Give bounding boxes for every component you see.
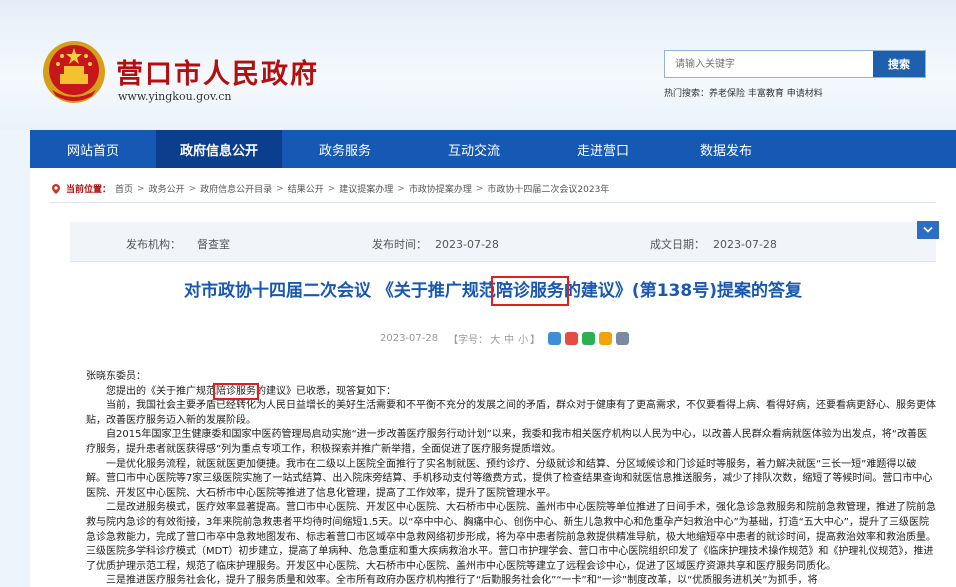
paragraph: 自2015年国家卫生健康委和国家中医药管理局启动实施“进一步改善医疗服务行动计划… — [86, 429, 927, 455]
paragraph: 当前，我国社会主要矛盾已经转化为人民日益增长的美好生活需要和不平衡不充分的发展之… — [86, 400, 936, 426]
divider — [50, 202, 936, 203]
breadcrumb-separator: > — [397, 183, 405, 194]
nav-item-services[interactable]: 政务服务 — [282, 130, 408, 168]
title-part: 对市政协十四届二次会议 《关于推广规范 — [184, 281, 496, 301]
font-size-medium[interactable]: 中 — [504, 331, 514, 346]
nav-item-about[interactable]: 走进营口 — [540, 130, 666, 168]
breadcrumb-separator: > — [188, 183, 197, 194]
breadcrumb-label: 当前位置： — [66, 185, 112, 195]
document-title: 对市政协十四届二次会议 《关于推广规范陪诊服务的建议》(第138号)提案的答复 — [30, 276, 956, 306]
chevron-down-icon — [923, 226, 933, 233]
font-size-end: 】 — [530, 335, 541, 346]
more-share-icon[interactable] — [616, 332, 630, 345]
expand-button[interactable] — [917, 221, 939, 239]
paragraph: 一是优化服务流程，就医就医更加便捷。我市在二级以上医院全面推行了实名制就医、预约… — [86, 458, 933, 499]
paragraph-text: 的建议》已收悉，现答复如下： — [256, 385, 396, 397]
site-title: 营口市人民政府 — [116, 59, 319, 90]
font-size-label: 【字号： — [448, 335, 489, 346]
breadcrumb-item[interactable]: 政府信息公开目录 — [200, 182, 272, 195]
breadcrumb-separator: > — [327, 183, 336, 194]
created-date-info: 成文日期： 2023-07-28 — [650, 236, 777, 252]
site-domain: www.yingkou.gov.cn — [118, 90, 232, 103]
breadcrumb-item[interactable]: 结果公开 — [288, 182, 324, 195]
created-date-label: 成文日期： — [650, 238, 705, 251]
search-button[interactable]: 搜索 — [873, 51, 925, 77]
publish-date-label: 发布时间： — [372, 238, 427, 251]
breadcrumb-item[interactable]: 政务公开 — [149, 182, 185, 195]
inline-highlight: 陪诊服务 — [213, 382, 259, 400]
share-icons — [548, 332, 630, 345]
font-size-large[interactable]: 大 — [490, 331, 500, 346]
nav-item-data[interactable]: 数据发布 — [666, 130, 786, 168]
main-nav: 网站首页 政府信息公开 政务服务 互动交流 走进营口 数据发布 — [30, 130, 956, 168]
search-input[interactable] — [665, 51, 873, 77]
breadcrumb-item[interactable]: 建议提案办理 — [339, 182, 393, 195]
salutation: 张晓东委员： — [86, 371, 146, 382]
publish-date-value: 2023-07-28 — [435, 238, 499, 251]
search-box: 搜索 — [664, 50, 926, 78]
qzone-share-icon[interactable] — [548, 332, 562, 345]
breadcrumb: 当前位置： 首页 > 政务公开 > 政府信息公开目录 > 结果公开 > 建议提案… — [50, 182, 609, 195]
info-bar: 发布机构： 督查室 发布时间： 2023-07-28 成文日期： 2023-07-28 — [70, 221, 939, 262]
nav-item-interaction[interactable]: 互动交流 — [408, 130, 540, 168]
paragraph: 您提出的《关于推广规范陪诊服务的建议》已收悉，现答复如下： — [86, 382, 936, 400]
site-header: 营口市人民政府 www.yingkou.gov.cn 搜索 热门搜索：养老保险 … — [0, 0, 956, 130]
created-date-value: 2023-07-28 — [713, 238, 777, 251]
title-part: 的建议》(第138号)提案的答复 — [563, 281, 802, 301]
breadcrumb-separator: > — [475, 183, 484, 194]
breadcrumb-item[interactable]: 市政协十四届二次会议2023年 — [487, 182, 609, 195]
hot-words[interactable]: 热门搜索：养老保险 丰富教育 申请材料 — [664, 86, 823, 99]
nav-item-gov-info[interactable]: 政府信息公开 — [156, 130, 282, 168]
document-body: 张晓东委员： 您提出的《关于推广规范陪诊服务的建议》已收悉，现答复如下： 当前，… — [86, 370, 936, 587]
font-size-small[interactable]: 小 — [518, 331, 528, 346]
wechat-share-icon[interactable] — [582, 332, 596, 345]
national-emblem-icon — [43, 41, 105, 103]
breadcrumb-item[interactable]: 市政协提案办理 — [409, 182, 472, 195]
nav-item-home[interactable]: 网站首页 — [30, 130, 156, 168]
breadcrumb-separator: > — [137, 183, 145, 194]
publish-date-info: 发布时间： 2023-07-28 — [372, 236, 499, 252]
breadcrumb-item[interactable]: 首页 — [115, 182, 133, 195]
meta-date: 2023-07-28 — [380, 333, 439, 344]
paragraph: 二是改进服务模式，医疗效率显著提高。营口市中心医院、开发区中心医院、大石桥市中心… — [86, 502, 936, 572]
weibo-share-icon[interactable] — [565, 332, 579, 345]
content-panel: 当前位置： 首页 > 政务公开 > 政府信息公开目录 > 结果公开 > 建议提案… — [30, 168, 956, 587]
location-icon — [52, 183, 60, 194]
paragraph: 三是推进医疗服务社会化，提升了服务质量和效率。全市所有政府办医疗机构推行了“后勤… — [106, 575, 818, 587]
qq-share-icon[interactable] — [599, 332, 613, 345]
publisher-label: 发布机构： — [126, 238, 181, 251]
meta-row: 2023-07-28 【字号： 大 中 小 】 — [380, 331, 630, 346]
title-highlight: 陪诊服务 — [490, 276, 569, 306]
publisher-value: 督查室 — [197, 238, 230, 251]
publisher-info: 发布机构： 督查室 — [126, 236, 230, 252]
breadcrumb-separator: > — [276, 183, 284, 194]
paragraph-text: 您提出的《关于推广规范 — [106, 385, 216, 397]
